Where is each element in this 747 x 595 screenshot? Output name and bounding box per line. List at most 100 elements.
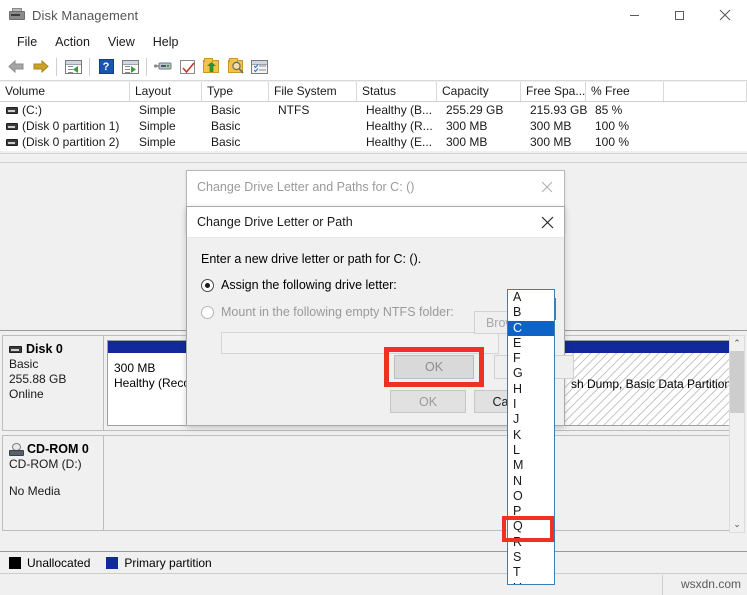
table-row[interactable]: (Disk 0 partition 2) Simple Basic Health…: [0, 134, 747, 150]
cdrom0-state: No Media: [9, 484, 61, 498]
column-header-status[interactable]: Status: [357, 82, 437, 101]
search-icon[interactable]: [223, 55, 247, 79]
partition-basic-data-labels: sh Dump, Basic Data Partition): [565, 353, 742, 425]
cell-volume: (Disk 0 partition 1): [22, 119, 120, 133]
volume-icon: [6, 106, 18, 114]
column-header-capacity[interactable]: Capacity: [437, 82, 521, 101]
check-icon[interactable]: [175, 55, 199, 79]
scrollbar-thumb[interactable]: [730, 351, 744, 413]
cell-capacity: 300 MB: [446, 135, 488, 149]
radio-mount-label: Mount in the following empty NTFS folder…: [221, 305, 454, 319]
up-one-level-icon[interactable]: [61, 55, 85, 79]
disk0-type: Basic: [9, 357, 39, 371]
cell-volume: (Disk 0 partition 2): [22, 135, 120, 149]
radio-mount-indicator[interactable]: [201, 305, 214, 319]
drive-letter-option-l[interactable]: L: [508, 443, 554, 458]
disk-management-window: Disk Management File Action View Help ? …: [0, 0, 747, 595]
status-bar-separator: [662, 575, 663, 595]
radio-assign-drive-letter[interactable]: Assign the following drive letter:: [201, 278, 550, 292]
cell-volume: (C:): [22, 103, 42, 117]
volume-icon: [6, 138, 18, 146]
properties-icon[interactable]: [118, 55, 142, 79]
volume-list-body: (C:) Simple Basic NTFS Healthy (B... 255…: [0, 102, 747, 151]
drive-letter-option-t[interactable]: T: [508, 565, 554, 580]
drive-letter-option-n[interactable]: N: [508, 474, 554, 489]
disk0-title: Disk 0: [9, 342, 103, 356]
forward-arrow-icon[interactable]: [28, 55, 52, 79]
cd-rom-icon: [9, 442, 24, 456]
drive-letter-option-f[interactable]: F: [508, 351, 554, 366]
rescan-disks-icon[interactable]: [151, 55, 175, 79]
column-header-free-space[interactable]: Free Spa...: [521, 82, 586, 101]
watermark: wsxdn.com: [680, 577, 741, 591]
column-header-file-system[interactable]: File System: [269, 82, 357, 101]
toolbar-separator: [56, 57, 57, 76]
menu-item-file[interactable]: File: [8, 32, 46, 52]
dialog-ok-button[interactable]: OK: [390, 390, 466, 413]
title-bar: Disk Management: [0, 0, 747, 30]
maximize-button[interactable]: [657, 0, 702, 30]
dialog-close-icon[interactable]: [533, 211, 561, 234]
drive-letter-option-u[interactable]: U: [508, 581, 554, 584]
cell-layout: Simple: [139, 103, 176, 117]
legend-swatch-unallocated: [9, 556, 21, 569]
menu-item-help[interactable]: Help: [144, 32, 188, 52]
cell-percent-free: 85 %: [595, 103, 623, 117]
drive-letter-option-s[interactable]: S: [508, 550, 554, 565]
disk-icon: [9, 345, 22, 353]
drive-letter-option-g[interactable]: G: [508, 366, 554, 381]
drive-letter-option-h[interactable]: H: [508, 382, 554, 397]
drive-letter-option-e[interactable]: E: [508, 336, 554, 351]
drive-letter-option-c[interactable]: C: [508, 320, 554, 336]
annotation-box-drive-letter-t: [502, 516, 554, 542]
disk-row-cdrom0[interactable]: CD-ROM 0 CD-ROM (D:) No Media: [2, 435, 730, 531]
column-header-blank[interactable]: [664, 82, 747, 101]
pane-splitter[interactable]: [0, 151, 747, 165]
cdrom0-title: CD-ROM 0: [9, 442, 103, 456]
toolbar-separator: [89, 57, 90, 76]
folder-up-icon[interactable]: [199, 55, 223, 79]
menu-bar: File Action View Help: [0, 30, 747, 53]
menu-item-action[interactable]: Action: [46, 32, 99, 52]
disk0-state: Online: [9, 387, 44, 401]
cell-type: Basic: [211, 119, 241, 133]
dialog-title: Change Drive Letter or Path: [197, 215, 353, 229]
back-arrow-icon[interactable]: [4, 55, 28, 79]
disk-pane-scrollbar[interactable]: ⌃ ⌄: [729, 335, 745, 533]
scroll-up-icon[interactable]: ⌃: [730, 336, 744, 351]
table-row[interactable]: (C:) Simple Basic NTFS Healthy (B... 255…: [0, 102, 747, 118]
toolbar-separator: [146, 57, 147, 76]
drive-letter-option-j[interactable]: J: [508, 412, 554, 427]
cell-type: Basic: [211, 103, 241, 117]
drive-letter-option-m[interactable]: M: [508, 458, 554, 473]
table-row[interactable]: (Disk 0 partition 1) Simple Basic Health…: [0, 118, 747, 134]
radio-assign-indicator[interactable]: [201, 278, 214, 292]
drive-letter-option-a[interactable]: A: [508, 290, 554, 305]
list-icon[interactable]: [247, 55, 271, 79]
disk-management-icon: [9, 7, 25, 23]
cell-free-space: 300 MB: [530, 119, 572, 133]
column-header-percent-free[interactable]: % Free: [586, 82, 664, 101]
column-header-type[interactable]: Type: [202, 82, 269, 101]
toolbar: ?: [0, 53, 747, 81]
drive-letter-option-b[interactable]: B: [508, 305, 554, 320]
cell-type: Basic: [211, 135, 241, 149]
disk0-info: Disk 0 Basic 255.88 GB Online: [3, 336, 104, 430]
partition-basic-data-status: sh Dump, Basic Data Partition): [571, 377, 736, 391]
drive-letter-option-i[interactable]: I: [508, 397, 554, 412]
drive-letter-option-o[interactable]: O: [508, 489, 554, 504]
cell-layout: Simple: [139, 119, 176, 133]
dialog-prompt: Enter a new drive letter or path for C: …: [201, 252, 422, 266]
menu-item-view[interactable]: View: [99, 32, 144, 52]
cdrom0-name: CD-ROM 0: [27, 442, 89, 456]
drive-letter-option-k[interactable]: K: [508, 428, 554, 443]
close-button[interactable]: [702, 0, 747, 30]
help-icon[interactable]: ?: [94, 55, 118, 79]
partition-basic-data[interactable]: sh Dump, Basic Data Partition): [564, 340, 743, 426]
window-controls: [612, 0, 747, 30]
scroll-down-icon[interactable]: ⌄: [730, 517, 744, 532]
minimize-button[interactable]: [612, 0, 657, 30]
column-header-volume[interactable]: Volume: [0, 82, 130, 101]
column-header-layout[interactable]: Layout: [130, 82, 202, 101]
background-dialog-close-icon[interactable]: [534, 176, 560, 198]
